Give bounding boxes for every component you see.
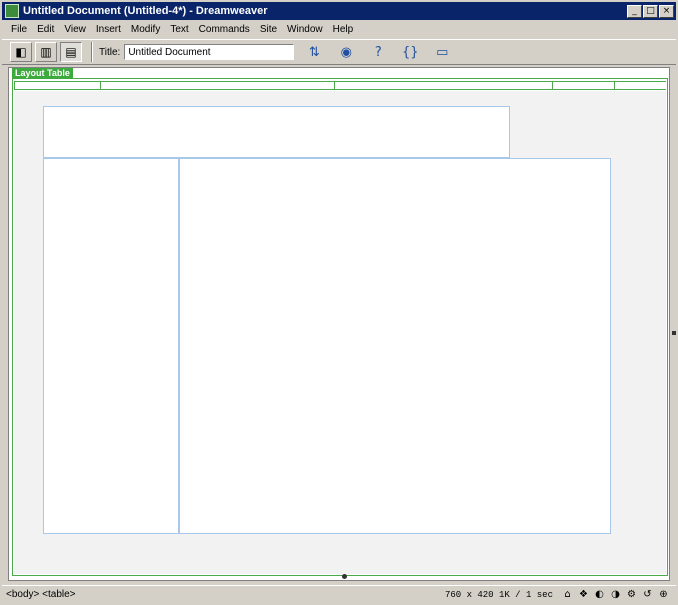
behaviors-icon[interactable]: ⚙ (625, 588, 638, 601)
menu-file[interactable]: File (6, 24, 32, 35)
title-bar[interactable]: Untitled Document (Untitled-4*) - Dreamw… (2, 2, 676, 20)
css-styles-icon[interactable]: ◑ (609, 588, 622, 601)
dreamweaver-window: Untitled Document (Untitled-4*) - Dreamw… (0, 0, 678, 605)
preview-browser-icon: ◉ (340, 44, 352, 60)
window-controls: _ □ × (627, 4, 674, 18)
code-navigation-icon: {} (402, 44, 419, 60)
history-icon[interactable]: ↺ (641, 588, 654, 601)
empty-layout-area (510, 106, 666, 158)
title-label: Title: (99, 46, 121, 58)
menu-edit[interactable]: Edit (32, 24, 59, 35)
window-size-info[interactable]: 760 x 420 1K / 1 sec (445, 590, 553, 600)
menu-site[interactable]: Site (255, 24, 282, 35)
file-management-icon: ⇅ (308, 44, 320, 60)
layout-cell-sidebar[interactable] (43, 158, 179, 534)
split-view-icon: ▥ (40, 45, 52, 59)
page-title-input[interactable] (124, 44, 295, 60)
code-inspector-icon[interactable]: ⊕ (657, 588, 670, 601)
layout-cell-header[interactable] (43, 106, 510, 158)
empty-layout-area (14, 91, 666, 106)
design-view-button[interactable]: ▤ (60, 42, 82, 62)
ruler-mark (14, 82, 16, 90)
menu-insert[interactable]: Insert (91, 24, 126, 35)
maximize-button[interactable]: □ (643, 4, 658, 18)
menu-commands[interactable]: Commands (194, 24, 255, 35)
preview-browser-button[interactable]: ◉ (334, 42, 358, 62)
resize-handle-bottom[interactable] (342, 574, 347, 579)
file-management-button[interactable]: ⇅ (302, 42, 326, 62)
tag-selector[interactable]: <body> <table> (2, 589, 445, 600)
minimize-button[interactable]: _ (627, 4, 642, 18)
window-title: Untitled Document (Untitled-4*) - Dreamw… (23, 5, 268, 17)
ruler-mark (614, 82, 616, 90)
close-button[interactable]: × (659, 4, 674, 18)
split-view-button[interactable]: ▥ (35, 42, 57, 62)
reference-icon: ? (374, 44, 382, 60)
empty-layout-area (14, 106, 43, 534)
empty-layout-area (14, 534, 666, 574)
menu-text[interactable]: Text (165, 24, 193, 35)
resize-handle-right[interactable] (672, 331, 676, 335)
ruler-mark (100, 82, 102, 90)
view-options-button[interactable]: ▭ (430, 42, 454, 62)
status-bar: <body> <table> 760 x 420 1K / 1 sec ⌂ ❖ … (2, 585, 676, 603)
toolbar-separator (91, 42, 93, 62)
code-view-icon: ◧ (15, 45, 27, 59)
mini-launcher: ⌂ ❖ ◐ ◑ ⚙ ↺ ⊕ (561, 588, 670, 601)
layout-table-tab[interactable]: Layout Table (12, 68, 73, 79)
site-icon[interactable]: ⌂ (561, 588, 574, 601)
menu-modify[interactable]: Modify (126, 24, 165, 35)
empty-layout-area (611, 158, 666, 534)
document-toolbar: ◧ ▥ ▤ Title: ⇅ ◉ ? {} ▭ (2, 39, 676, 65)
assets-icon[interactable]: ❖ (577, 588, 590, 601)
menu-help[interactable]: Help (328, 24, 359, 35)
code-view-button[interactable]: ◧ (10, 42, 32, 62)
menu-view[interactable]: View (59, 24, 91, 35)
code-navigation-button[interactable]: {} (398, 42, 422, 62)
html-styles-icon[interactable]: ◐ (593, 588, 606, 601)
column-width-ruler (14, 81, 666, 90)
reference-button[interactable]: ? (366, 42, 390, 62)
dreamweaver-app-icon (5, 4, 19, 18)
view-options-icon: ▭ (436, 44, 449, 60)
menu-bar: File Edit View Insert Modify Text Comman… (2, 21, 676, 38)
design-view-icon: ▤ (65, 45, 77, 59)
layout-cell-main[interactable] (179, 158, 611, 534)
ruler-mark (334, 82, 336, 90)
ruler-mark (552, 82, 554, 90)
menu-window[interactable]: Window (282, 24, 328, 35)
